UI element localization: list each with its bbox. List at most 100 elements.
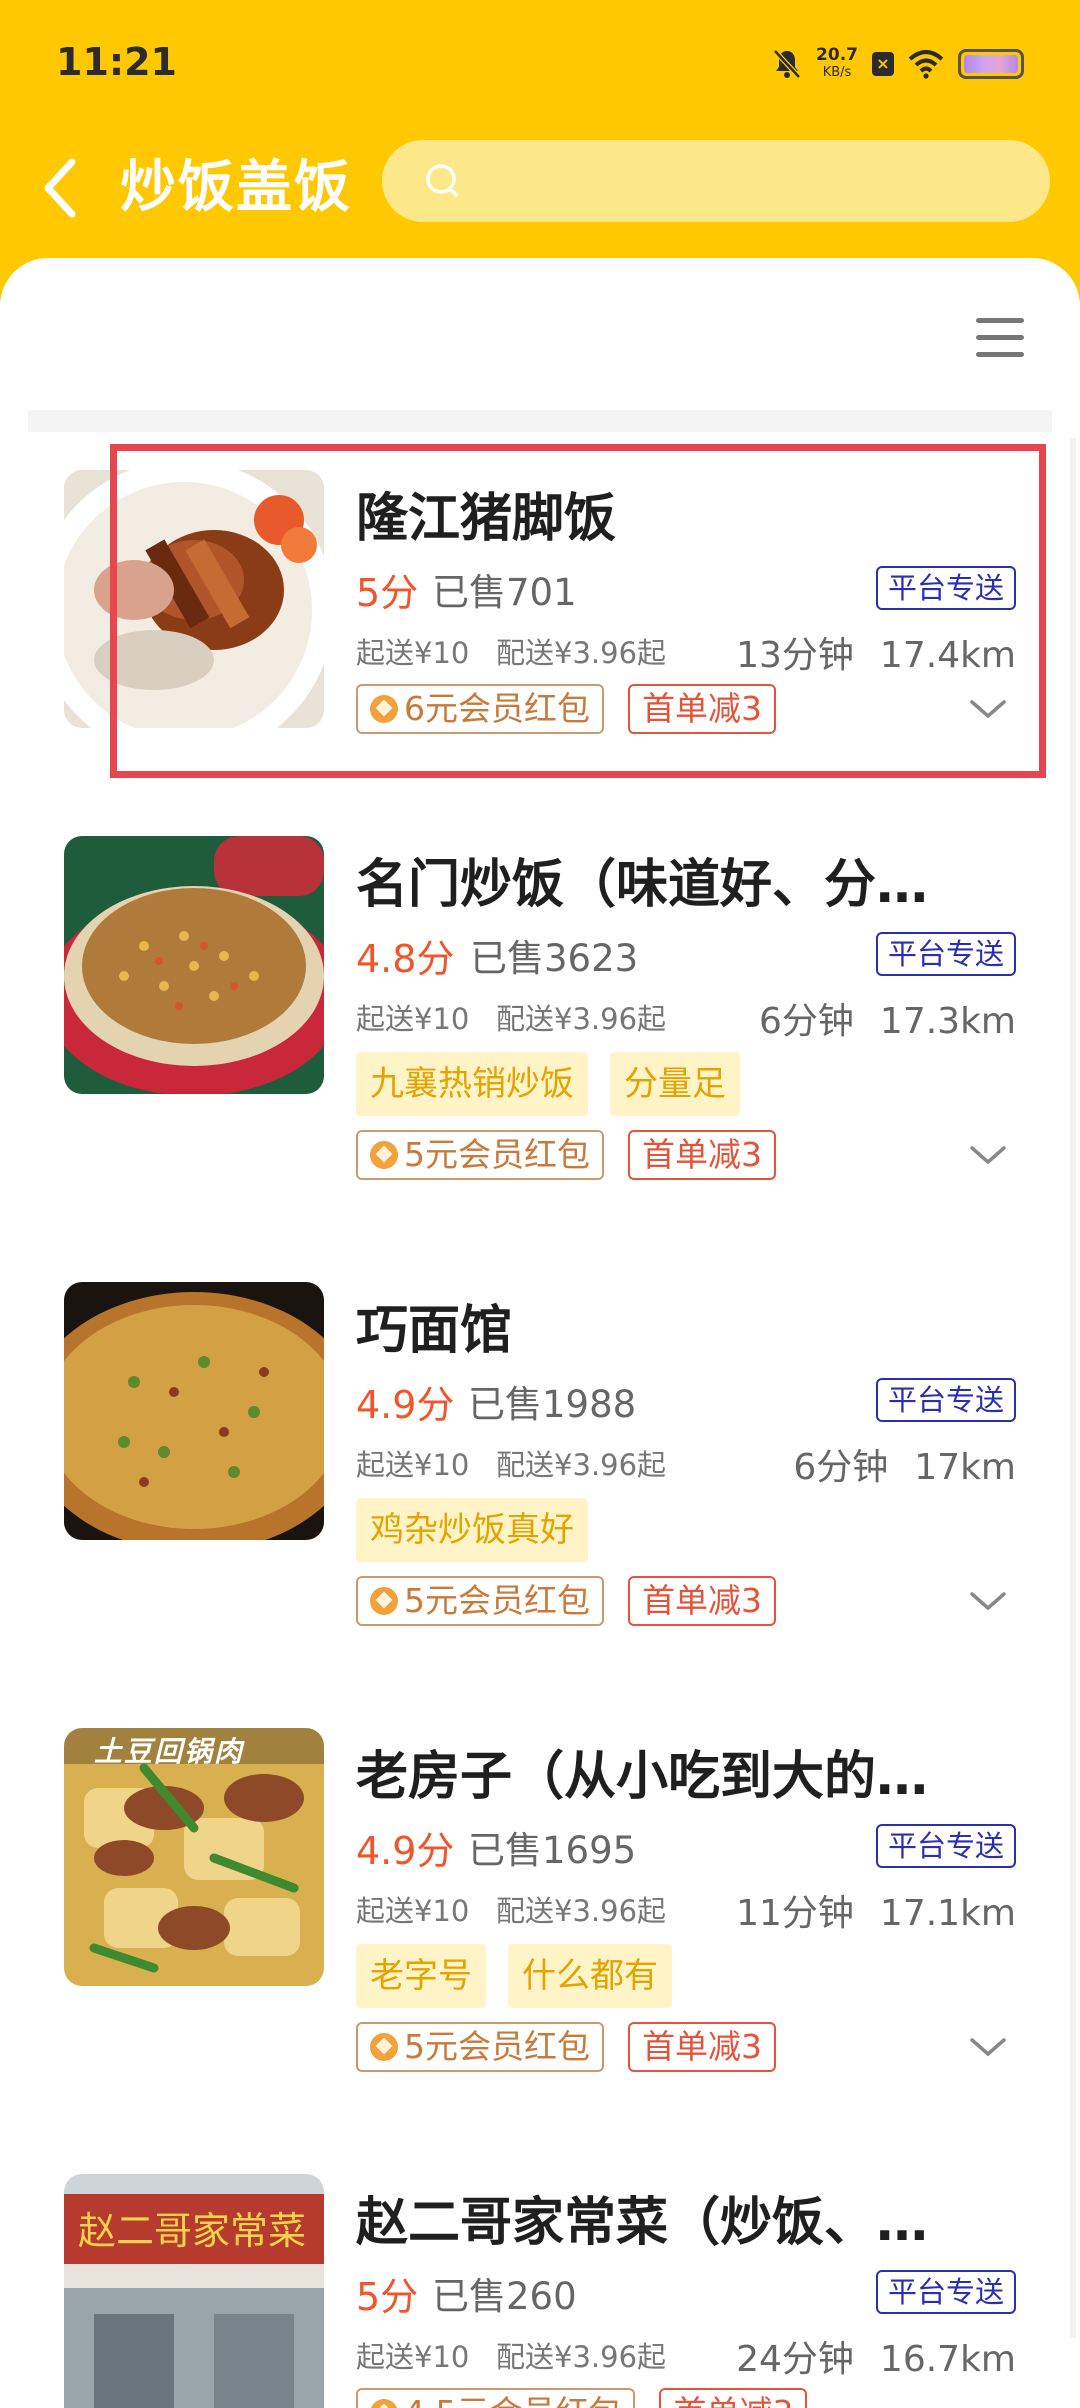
chevron-down-icon[interactable] [968,2032,1008,2062]
eta-time: 13分钟 [736,635,854,676]
mute-bell-icon [773,49,801,79]
tag-row: 老字号 什么都有 [356,1944,672,2008]
first-order-label: 首单减3 [642,2027,762,2066]
delivery-badge: 平台专送 [875,1378,1016,1422]
first-order-discount: 首单减3 [628,1576,776,1626]
delivery-badge: 平台专送 [875,2270,1016,2314]
wifi-icon [908,50,944,79]
shop-item[interactable]: 名门炒饭（味道好、分… 4.8分 已售3623 平台专送 起送¥10 配送¥3.… [0,836,1080,1196]
member-coupon[interactable]: 4.5元会员红包 [356,2388,636,2408]
delivery-fee: 配送¥3.96起 [496,2340,667,2374]
shop-name: 隆江猪脚饭 [356,489,617,549]
first-order-discount: 首单减3 [628,1130,776,1180]
delivery-badge: 平台专送 [875,1824,1016,1868]
first-order-discount: 首单减3 [628,2022,776,2072]
eta-time: 24分钟 [736,2339,854,2380]
shop-image [64,836,324,1094]
min-order: 起送¥10 [356,1002,470,1036]
shop-sales: 已售1988 [468,1383,637,1426]
first-order-discount: 首单减3 [659,2388,808,2408]
promo-row: 5元会员红包 首单减3 [356,1130,776,1180]
coupon-icon [370,2399,398,2408]
shop-tag: 分量足 [610,1052,740,1116]
eta-time: 6分钟 [759,1001,854,1042]
delivery-eta: 13分钟 17.4km [736,626,1016,678]
chevron-left-icon [44,158,76,218]
shop-rating: 5分 [356,571,419,615]
shop-rating: 4.9分 [356,1829,455,1873]
first-order-label: 首单减3 [642,689,762,728]
delivery-fee: 配送¥3.96起 [496,1894,667,1928]
delivery-fee: 配送¥3.96起 [496,1448,667,1482]
shop-image [64,1282,324,1540]
shop-item[interactable]: 土豆回锅肉 老房子（从小吃到大的… 4.9分 已售1695 平台专送 起送¥10… [0,1728,1080,2088]
member-coupon-label: 5元会员红包 [404,2027,590,2066]
search-input[interactable] [482,140,1022,222]
member-coupon[interactable]: 5元会员红包 [356,2022,604,2072]
image-caption: 赵二哥家常菜 [78,2209,307,2253]
tag-row: 九襄热销炒饭 分量足 [356,1052,740,1116]
first-order-label: 首单减3 [673,2390,793,2408]
chevron-down-icon[interactable] [968,1586,1008,1616]
filter-menu-button[interactable] [976,318,1024,362]
shop-sales: 已售1695 [468,1829,637,1872]
back-button[interactable] [34,150,94,220]
eta-time: 11分钟 [736,1893,854,1934]
shop-item[interactable]: 隆江猪脚饭 5分 已售701 平台专送 起送¥10 配送¥3.96起 13分钟 1… [0,470,1080,770]
nav-bar: 炒饭盖饭 [0,130,1080,230]
member-coupon-label: 4.5元会员红包 [404,2390,621,2408]
shop-rating: 4.8分 [356,937,455,981]
first-order-label: 首单减3 [642,1135,762,1174]
tag-row: 鸡杂炒饭真好 [356,1498,588,1562]
shop-tag: 鸡杂炒饭真好 [356,1498,588,1562]
shop-sales: 已售701 [432,571,577,614]
delivery-eta: 6分钟 17km [793,1438,1016,1490]
coupon-icon [370,1587,398,1615]
delivery-eta: 11分钟 17.1km [736,1884,1016,1936]
shop-sales: 已售260 [432,2275,577,2318]
member-coupon[interactable]: 5元会员红包 [356,1576,604,1626]
shop-image [64,470,324,728]
member-coupon[interactable]: 6元会员红包 [356,684,604,734]
coupon-icon [370,2033,398,2061]
member-coupon[interactable]: 5元会员红包 [356,1130,604,1180]
min-order: 起送¥10 [356,1448,470,1482]
shop-name: 名门炒饭（味道好、分… [356,855,929,915]
shop-item[interactable]: 巧面馆 4.9分 已售1988 平台专送 起送¥10 配送¥3.96起 6分钟 1… [0,1282,1080,1642]
min-order: 起送¥10 [356,2340,470,2374]
min-order: 起送¥10 [356,1894,470,1928]
distance: 17km [914,1447,1016,1488]
shop-item[interactable]: 赵二哥家常菜 赵二哥家常菜（炒饭、… 5分 已售260 平台专送 起送¥10 配… [0,2174,1080,2408]
eta-time: 6分钟 [793,1447,889,1488]
promo-row: 5元会员红包 首单减3 [356,2022,776,2072]
search-icon [426,164,458,197]
shop-name: 老房子（从小吃到大的… [356,1747,929,1807]
member-coupon-label: 5元会员红包 [404,1135,590,1174]
delivery-badge: 平台专送 [875,932,1016,976]
network-speed-value: 20.7 [816,45,858,65]
chevron-down-icon[interactable] [968,694,1008,724]
status-bar: 11:21 20.7 KB/s × [0,0,1080,120]
promo-row: 4.5元会员红包 首单减3 [356,2388,808,2408]
chevron-down-icon[interactable] [968,1140,1008,1170]
shop-rating: 4.9分 [356,1383,455,1427]
page-title: 炒饭盖饭 [120,155,352,220]
shop-tag: 老字号 [356,1944,486,2008]
delivery-fee: 配送¥3.96起 [496,636,667,670]
shop-image: 赵二哥家常菜 [64,2174,324,2408]
shop-rating: 5分 [356,2275,419,2319]
network-speed: 20.7 KB/s [816,46,858,82]
shop-tag: 九襄热销炒饭 [356,1052,588,1116]
search-box[interactable] [382,140,1050,222]
member-coupon-label: 5元会员红包 [404,1581,590,1620]
status-icons: 20.7 KB/s × [772,42,1024,86]
member-coupon-label: 6元会员红包 [404,689,590,728]
delivery-eta: 24分钟 16.7km [736,2330,1016,2382]
battery-icon [958,49,1024,79]
shop-name: 赵二哥家常菜（炒饭、… [356,2193,929,2253]
shop-name: 巧面馆 [356,1301,513,1361]
coupon-icon [370,695,398,723]
distance: 16.7km [879,2339,1016,2380]
image-caption: 土豆回锅肉 [94,1735,245,1768]
shop-sales: 已售3623 [470,937,639,980]
